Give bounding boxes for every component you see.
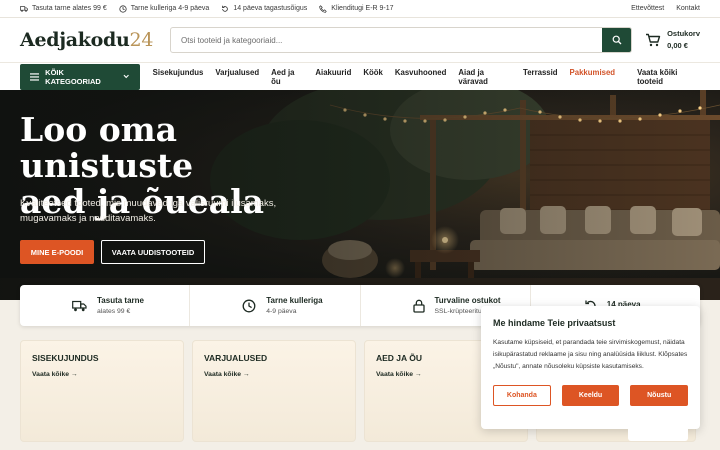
promo-label: 14 päeva tagastusõigus bbox=[233, 5, 308, 12]
nav-item-aed-ja-ou[interactable]: Aed ja õu bbox=[271, 68, 303, 86]
nav-item-kook[interactable]: Köök bbox=[363, 68, 383, 86]
hero-description: Kvaliteetsed tooted, mis muudavad iga vä… bbox=[20, 198, 277, 224]
nav-item-all-products[interactable]: Vaata kõiki tooteid bbox=[637, 68, 700, 86]
category-link[interactable]: Vaata kõike → bbox=[32, 371, 172, 378]
category-name: SISEKUJUNDUS bbox=[32, 353, 99, 363]
top-links: Ettevõttest Kontakt bbox=[631, 5, 700, 12]
category-link-label: Vaata kõike bbox=[204, 371, 242, 378]
truck-icon bbox=[20, 5, 28, 12]
category-link-label: Vaata kõike bbox=[32, 371, 70, 378]
feature-title: Tasuta tarne bbox=[97, 296, 144, 305]
promo-list: Tasuta tarne alates 99 € Tarne kulleriga… bbox=[20, 4, 394, 13]
nav-item-aiakuurid[interactable]: Aiakuurid bbox=[315, 68, 351, 86]
hero-banner: Loo oma unistuste aed ja õueala Kvalitee… bbox=[0, 90, 720, 300]
search-icon bbox=[612, 35, 621, 45]
cart-button[interactable]: Ostukorv 0,00 € bbox=[645, 28, 700, 52]
cookie-title: Me hindame Teie privaatsust bbox=[493, 318, 616, 328]
nav-items: Sisekujundus Varjualused Aed ja õu Aiaku… bbox=[153, 68, 700, 86]
cookie-customize-button[interactable]: Kohanda bbox=[493, 385, 551, 406]
feature-text: Tasuta tarne alates 99 € bbox=[97, 296, 144, 315]
link-contact[interactable]: Kontakt bbox=[676, 5, 700, 12]
logo[interactable]: Aedjakodu24 bbox=[20, 29, 170, 51]
category-card-sisekujundus[interactable]: SISEKUJUNDUS Vaata kõike → bbox=[20, 340, 184, 442]
promo-returns: 14 päeva tagastusõigus bbox=[221, 5, 307, 13]
search-input[interactable] bbox=[171, 28, 602, 52]
lock-icon bbox=[412, 299, 425, 313]
cart-total: 0,00 € bbox=[667, 41, 688, 50]
hero-title-line-1: Loo oma unistuste bbox=[20, 110, 194, 185]
feature-subtitle: 4-9 päeva bbox=[266, 308, 297, 315]
cookie-dialog-tab bbox=[628, 429, 688, 441]
link-about[interactable]: Ettevõttest bbox=[631, 5, 664, 12]
cart-label: Ostukorv bbox=[667, 29, 700, 38]
feature-free-shipping: Tasuta tarne alates 99 € bbox=[20, 285, 191, 326]
category-link[interactable]: Vaata kõike → bbox=[204, 371, 344, 378]
nav-item-sisekujundus[interactable]: Sisekujundus bbox=[153, 68, 204, 86]
feature-subtitle: alates 99 € bbox=[97, 308, 131, 315]
category-name: VARJUALUSED bbox=[204, 353, 268, 363]
logo-number: 24 bbox=[129, 29, 154, 51]
top-bar: Tasuta tarne alates 99 € Tarne kulleriga… bbox=[0, 0, 720, 18]
cookie-body: Kasutame küpsiseid, et parandada teie si… bbox=[493, 339, 688, 370]
main-nav: KÕIK KATEGOORIAD Sisekujundus Varjualuse… bbox=[0, 62, 720, 90]
promo-support: Klienditugi E-R 9-17 bbox=[319, 4, 394, 13]
cart-icon bbox=[646, 33, 661, 47]
feature-title: Tarne kulleriga bbox=[266, 296, 323, 305]
promo-label: Tarne kulleriga 4-9 päeva bbox=[130, 5, 210, 12]
arrow-right-icon: → bbox=[70, 371, 78, 378]
feature-text: Tarne kulleriga 4-9 päeva bbox=[266, 296, 322, 315]
shop-button[interactable]: MINE E-POODI bbox=[20, 240, 94, 264]
logo-text: Aedjakodu bbox=[20, 29, 130, 51]
all-categories-label: KÕIK KATEGOORIAD bbox=[45, 67, 101, 86]
cookie-decline-button[interactable]: Keeldu bbox=[561, 385, 620, 406]
phone-icon bbox=[319, 4, 327, 13]
promo-free-shipping: Tasuta tarne alates 99 € bbox=[20, 5, 107, 13]
arrow-right-icon: → bbox=[414, 371, 422, 378]
nav-item-aiad-ja-varavad[interactable]: Aiad ja väravad bbox=[458, 68, 511, 86]
cookie-accept-button[interactable]: Nõustu bbox=[630, 385, 688, 406]
clock-icon bbox=[119, 4, 127, 13]
nav-item-kasvuhooned[interactable]: Kasvuhooned bbox=[395, 68, 447, 86]
feature-title: Turvaline ostukot bbox=[434, 296, 501, 305]
promo-label: Klienditugi E-R 9-17 bbox=[331, 5, 394, 12]
promo-delivery: Tarne kulleriga 4-9 päeva bbox=[119, 4, 210, 13]
cookie-buttons: Kohanda Keeldu Nõustu bbox=[493, 385, 688, 406]
truck-icon bbox=[72, 300, 87, 311]
category-link-label: Vaata kõike bbox=[376, 371, 414, 378]
nav-item-pakkumised[interactable]: Pakkumised bbox=[570, 68, 616, 86]
nav-item-varjualused[interactable]: Varjualused bbox=[215, 68, 259, 86]
cookie-consent-dialog: Me hindame Teie privaatsust Kasutame küp… bbox=[481, 306, 700, 429]
menu-icon bbox=[30, 72, 40, 81]
promo-label: Tasuta tarne alates 99 € bbox=[32, 5, 107, 12]
new-products-button[interactable]: VAATA UUDISTOOTEID bbox=[101, 240, 205, 264]
clock-icon bbox=[242, 299, 256, 312]
all-categories-button[interactable]: KÕIK KATEGOORIAD bbox=[20, 63, 140, 90]
search-bar bbox=[170, 27, 632, 53]
search-button[interactable] bbox=[602, 28, 631, 52]
cart-summary: Ostukorv 0,00 € bbox=[667, 28, 700, 52]
site-header: Aedjakodu24 Ostukorv 0,00 € bbox=[0, 18, 720, 62]
feature-delivery: Tarne kulleriga 4-9 päeva bbox=[190, 285, 361, 326]
arrow-right-icon: → bbox=[242, 371, 250, 378]
return-icon bbox=[222, 5, 229, 12]
nav-item-terrassid[interactable]: Terrassid bbox=[523, 68, 558, 86]
category-card-varjualused[interactable]: VARJUALUSED Vaata kõike → bbox=[192, 340, 356, 442]
chevron-down-icon bbox=[123, 74, 130, 79]
